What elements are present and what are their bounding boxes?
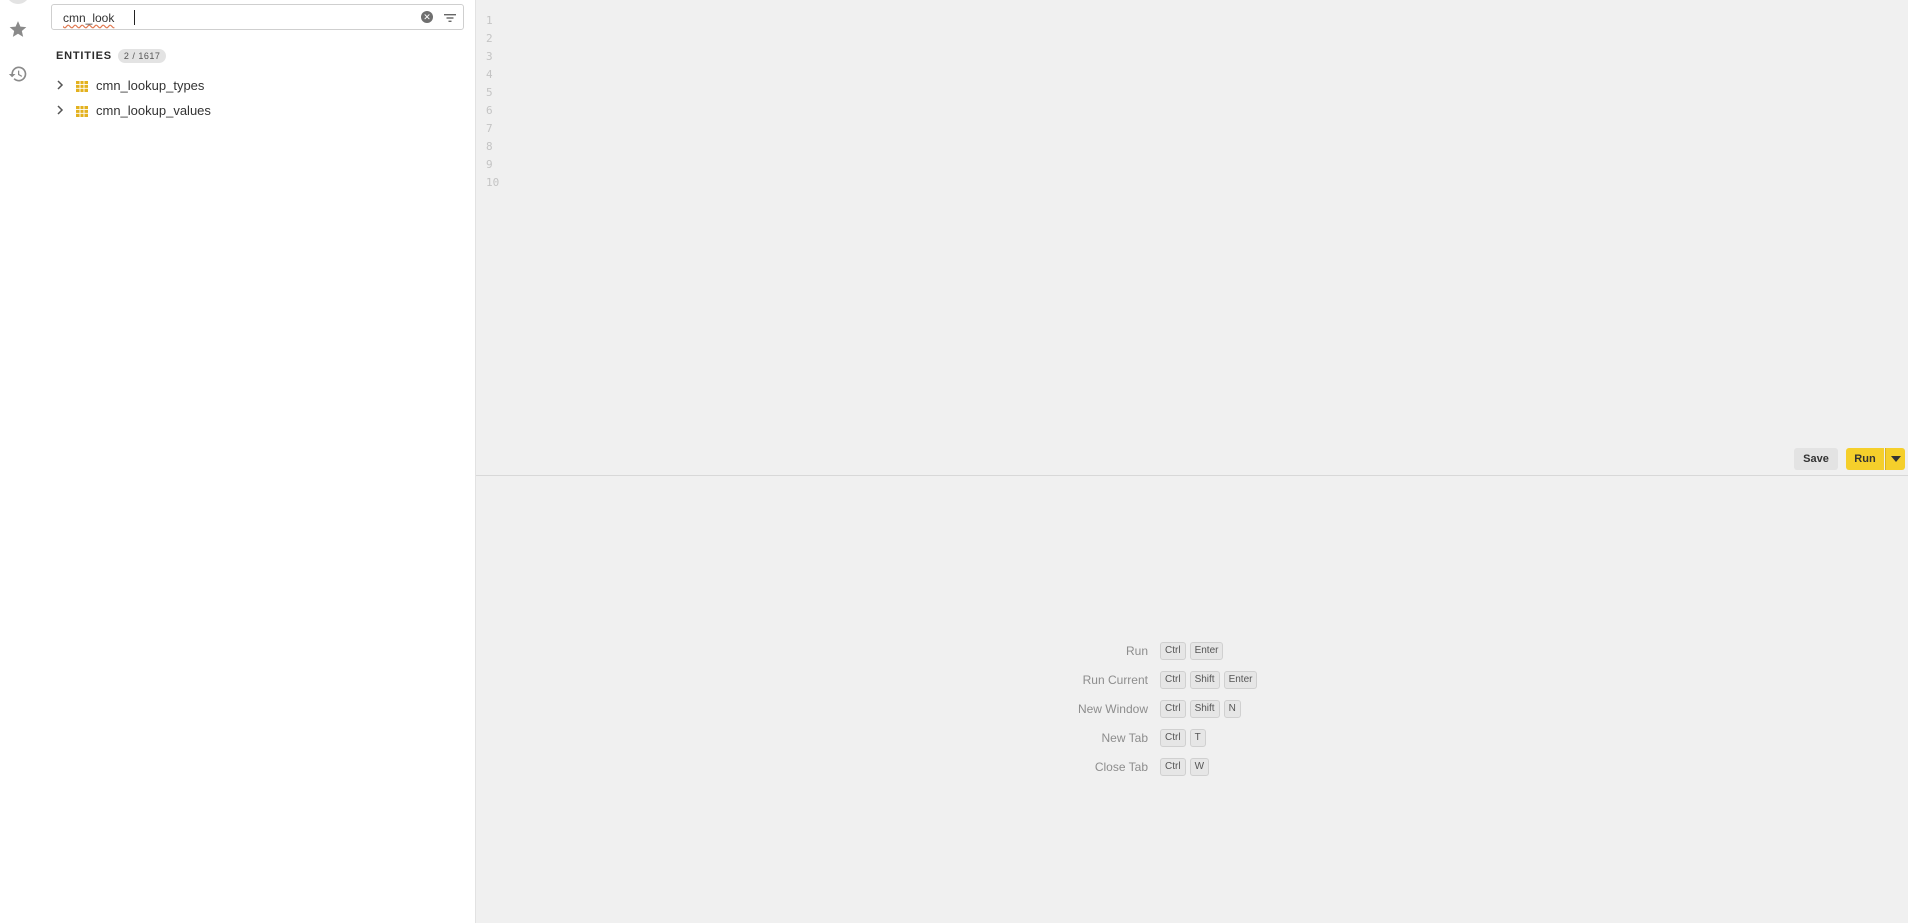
history-icon[interactable] <box>6 62 30 86</box>
table-icon <box>76 105 88 117</box>
shortcut-label: New Window <box>1077 702 1148 716</box>
line-number: 6 <box>486 104 493 117</box>
shortcut-row: New Window Ctrl Shift N <box>1026 700 1666 718</box>
line-number: 7 <box>486 122 493 135</box>
filter-icon[interactable] <box>443 11 457 23</box>
shortcut-label: Run <box>1125 644 1148 658</box>
avatar[interactable] <box>6 0 30 4</box>
shortcut-key: Ctrl <box>1160 642 1186 660</box>
search-field[interactable]: cmn_look ✕ <box>51 4 464 30</box>
star-icon[interactable] <box>6 17 30 41</box>
entities-header: ENTITIES 2 / 1617 <box>56 49 167 63</box>
shortcut-key: Enter <box>1189 642 1224 660</box>
line-number: 3 <box>486 50 493 63</box>
run-button[interactable]: Run <box>1846 448 1884 470</box>
clear-search-icon[interactable]: ✕ <box>421 11 433 23</box>
line-number: 10 <box>486 176 500 189</box>
line-number-gutter: 1 2 3 4 5 6 7 8 9 10 <box>486 12 512 192</box>
entity-label: cmn_lookup_values <box>96 102 211 118</box>
shortcut-label: Run Current <box>1082 673 1148 687</box>
shortcut-key: Enter <box>1223 671 1258 689</box>
entity-label: cmn_lookup_types <box>96 77 205 93</box>
shortcut-key: Ctrl <box>1160 700 1186 718</box>
tree-item-entity[interactable]: cmn_lookup_values <box>54 100 211 120</box>
search-input[interactable]: cmn_look <box>63 11 114 25</box>
shortcut-row: Close Tab Ctrl W <box>1026 758 1666 776</box>
run-options-button[interactable] <box>1885 448 1905 470</box>
shortcut-key: N <box>1223 700 1241 718</box>
line-number: 4 <box>486 68 493 81</box>
line-number: 1 <box>486 14 493 27</box>
line-number: 2 <box>486 32 493 45</box>
results-pane: Run Ctrl Enter Run Current Ctrl Shift En… <box>476 476 1908 923</box>
save-button[interactable]: Save <box>1794 448 1838 470</box>
chevron-right-icon[interactable] <box>54 104 66 116</box>
entity-browser: cmn_look ✕ ENTITIES 2 / 1617 cmn_lookup_… <box>36 0 476 923</box>
icon-rail <box>0 0 36 923</box>
line-number: 5 <box>486 86 493 99</box>
table-icon <box>76 80 88 92</box>
shortcut-key: T <box>1189 729 1206 747</box>
tree-item-entity[interactable]: cmn_lookup_types <box>54 75 204 95</box>
shortcut-key: Shift <box>1189 671 1220 689</box>
line-number: 8 <box>486 140 493 153</box>
query-editor[interactable]: 1 2 3 4 5 6 7 8 9 10 Save Run <box>476 0 1908 475</box>
shortcut-label: New Tab <box>1101 731 1148 745</box>
shortcut-row: Run Ctrl Enter <box>1026 642 1666 660</box>
shortcut-row: Run Current Ctrl Shift Enter <box>1026 671 1666 689</box>
entities-title: ENTITIES <box>56 50 112 62</box>
line-number: 9 <box>486 158 493 171</box>
shortcut-key: Ctrl <box>1160 758 1186 776</box>
shortcut-label: Close Tab <box>1094 760 1148 774</box>
shortcut-key: Ctrl <box>1160 671 1186 689</box>
text-cursor <box>134 10 135 25</box>
entities-count-badge: 2 / 1617 <box>117 49 167 63</box>
shortcut-key: Shift <box>1189 700 1220 718</box>
shortcut-row: New Tab Ctrl T <box>1026 729 1666 747</box>
chevron-right-icon[interactable] <box>54 79 66 91</box>
caret-down-icon <box>1890 456 1901 462</box>
shortcut-key: Ctrl <box>1160 729 1186 747</box>
shortcut-key: W <box>1189 758 1210 776</box>
